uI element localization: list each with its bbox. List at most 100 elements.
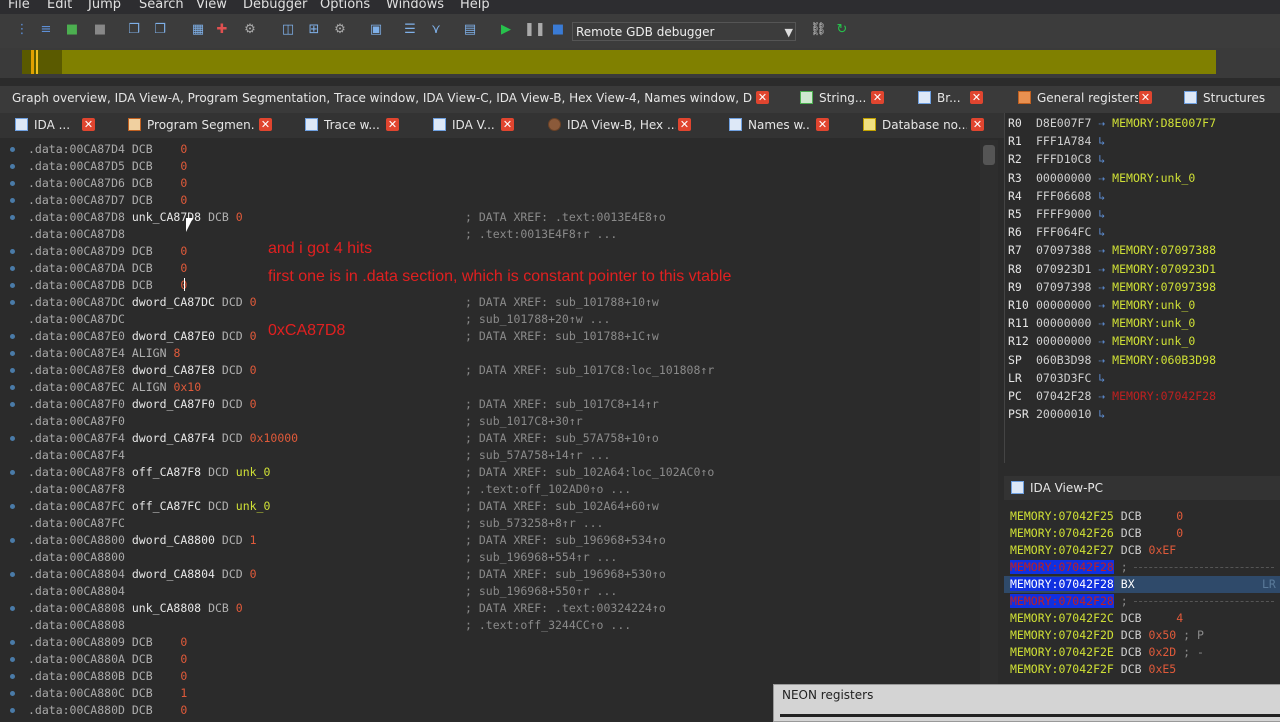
arrow-icon[interactable]: ⇢ <box>1091 280 1112 294</box>
pc-line[interactable]: MEMORY:07042F2E DCB 0x2D ; - <box>1010 644 1204 661</box>
listing-scrollbar-thumb[interactable] <box>983 145 995 165</box>
menu-item-jump[interactable]: Jump <box>88 0 121 12</box>
close-icon[interactable]: ✕ <box>386 118 399 131</box>
arrow-icon[interactable]: ⇢ <box>1091 389 1112 403</box>
listing-line[interactable]: .data:00CA87EC ALIGN 0x10 <box>28 379 201 396</box>
menu-item-view[interactable]: View <box>196 0 227 12</box>
register-row[interactable]: PSR 20000010 ↳ <box>1008 405 1105 423</box>
register-row[interactable]: R7 07097388 ⇢ MEMORY:07097388 <box>1008 241 1216 259</box>
attach-icon[interactable]: ⛓ <box>810 22 827 38</box>
listing-line[interactable]: .data:00CA87F8 <box>28 481 125 498</box>
pc-line[interactable]: MEMORY:07042F2C DCB 4 <box>1010 610 1183 627</box>
segments-icon[interactable]: ▦ <box>190 22 206 38</box>
refs-icon[interactable]: ⊞ <box>306 22 322 38</box>
tab-ida-view-b[interactable]: IDA View-B, Hex ... <box>548 113 676 137</box>
register-row[interactable]: R6 FFF064FC ↳ <box>1008 223 1105 241</box>
close-icon[interactable]: ✕ <box>756 91 769 104</box>
listing-line[interactable]: .data:00CA87FC <box>28 515 125 532</box>
copy-icon[interactable]: ❐ <box>126 22 142 38</box>
register-row[interactable]: R11 00000000 ⇢ MEMORY:unk_0 <box>1008 314 1195 332</box>
close-icon[interactable]: ✕ <box>1139 91 1152 104</box>
register-row[interactable]: LR 0703D3FC ↳ <box>1008 369 1105 387</box>
new-icon[interactable]: ■ <box>64 22 80 38</box>
pause-icon[interactable]: ❚❚ <box>524 22 546 38</box>
listing-line[interactable]: .data:00CA87FC off_CA87FC DCD unk_0 <box>28 498 270 515</box>
arrow-icon[interactable]: ⇢ <box>1091 334 1112 348</box>
tab-general-registers[interactable]: General registers <box>1018 86 1138 110</box>
listing-line[interactable]: .data:00CA880A DCB 0 <box>28 651 187 668</box>
listing-line[interactable]: .data:00CA880C DCB 1 <box>28 685 187 702</box>
arrow-icon[interactable]: ⇢ <box>1091 262 1112 276</box>
plugin-icon[interactable]: ⚙ <box>332 22 348 38</box>
arrow-icon[interactable]: ⇢ <box>1091 171 1112 185</box>
tab-program-segmentation[interactable]: Program Segmen... <box>128 113 254 137</box>
tab-strings[interactable]: String... <box>800 86 870 110</box>
close-icon[interactable]: ✕ <box>678 118 691 131</box>
register-row[interactable]: R9 07097398 ⇢ MEMORY:07097398 <box>1008 278 1216 296</box>
hex-icon[interactable]: ▤ <box>462 22 478 38</box>
paste-icon[interactable]: ❐ <box>152 22 168 38</box>
arrow-icon[interactable]: ↳ <box>1091 407 1105 421</box>
disassembly-listing[interactable]: .data:00CA87D4 DCB 0 .data:00CA87D5 DCB 0… <box>0 138 980 720</box>
tab-group-views[interactable]: Graph overview, IDA View-A, Program Segm… <box>12 86 752 110</box>
ida-view-pc-header[interactable]: IDA View-PC <box>1004 476 1280 500</box>
arrow-icon[interactable]: ⇢ <box>1091 353 1112 367</box>
listing-line[interactable]: .data:00CA87D7 DCB 0 <box>28 192 187 209</box>
listing-line[interactable]: .data:00CA87D8 <box>28 226 125 243</box>
stop-icon[interactable]: ■ <box>550 22 566 38</box>
close-icon[interactable]: ✕ <box>82 118 95 131</box>
register-row[interactable]: R12 00000000 ⇢ MEMORY:unk_0 <box>1008 332 1195 350</box>
close-icon[interactable]: ✕ <box>816 118 829 131</box>
listing-line[interactable]: .data:00CA87E4 ALIGN 8 <box>28 345 180 362</box>
listing-line[interactable]: .data:00CA87D6 DCB 0 <box>28 175 187 192</box>
pc-line[interactable]: MEMORY:07042F2D DCB 0x50 ; P <box>1010 627 1204 644</box>
listing-line[interactable]: .data:00CA87DC <box>28 311 125 328</box>
arrow-icon[interactable]: ↳ <box>1091 152 1105 166</box>
pc-line[interactable]: MEMORY:07042F2F DCB 0xE5 <box>1010 661 1176 678</box>
menu-item-edit[interactable]: Edit <box>47 0 72 12</box>
tab-ida-view-c[interactable]: IDA V... <box>433 113 499 137</box>
tools-icon[interactable]: ⚙ <box>242 22 258 38</box>
register-row[interactable]: R4 FFF06608 ↳ <box>1008 187 1105 205</box>
arrow-icon[interactable]: ⇢ <box>1091 316 1112 330</box>
listing-line[interactable]: .data:00CA87D4 DCB 0 <box>28 141 187 158</box>
listing-line[interactable]: .data:00CA880B DCB 0 <box>28 668 187 685</box>
listing-line[interactable]: .data:00CA8804 <box>28 583 125 600</box>
arrow-icon[interactable]: ↳ <box>1091 134 1105 148</box>
arrow-icon[interactable]: ⇢ <box>1091 298 1112 312</box>
listing-line[interactable]: .data:00CA87DB DCB 0 <box>28 277 187 294</box>
register-row[interactable]: R10 00000000 ⇢ MEMORY:unk_0 <box>1008 296 1195 314</box>
arrow-icon[interactable]: ↳ <box>1091 225 1105 239</box>
listing-scrollbar[interactable] <box>980 140 998 720</box>
pc-line[interactable]: MEMORY:07042F28 BX <box>1010 576 1135 593</box>
tab-structures[interactable]: Structures <box>1184 86 1280 110</box>
listing-line[interactable]: .data:00CA87DC dword_CA87DC DCD 0 <box>28 294 257 311</box>
pc-line[interactable]: MEMORY:07042F28 ; <box>1010 559 1128 576</box>
menu-item-windows[interactable]: Windows <box>386 0 444 12</box>
navigation-band[interactable] <box>62 50 1216 74</box>
list-icon[interactable]: ☰ <box>402 22 418 38</box>
listing-line[interactable]: .data:00CA87F8 off_CA87F8 DCD unk_0 <box>28 464 270 481</box>
add-icon[interactable]: ✚ <box>214 22 230 38</box>
close-icon[interactable]: ✕ <box>501 118 514 131</box>
listing-line[interactable]: .data:00CA87D8 unk_CA87D8 DCB 0 <box>28 209 243 226</box>
tab-ida-view[interactable]: IDA ... <box>15 113 81 137</box>
listing-line[interactable]: .data:00CA87D9 DCB 0 <box>28 243 187 260</box>
listing-line[interactable]: .data:00CA8800 dword_CA8800 DCD 1 <box>28 532 257 549</box>
tab-names-window[interactable]: Names w... <box>729 113 811 137</box>
listing-line[interactable]: .data:00CA8804 dword_CA8804 DCD 0 <box>28 566 257 583</box>
play-icon[interactable]: ▶ <box>498 22 514 38</box>
arrow-icon[interactable]: ↳ <box>1091 371 1105 385</box>
save-icon[interactable]: ■ <box>92 22 108 38</box>
register-row[interactable]: R0 D8E007F7 ⇢ MEMORY:D8E007F7 <box>1008 114 1216 132</box>
filter-icon[interactable]: ⋎ <box>428 22 444 38</box>
tab-trace-window[interactable]: Trace w... <box>305 113 385 137</box>
register-row[interactable]: R5 FFFF9000 ↳ <box>1008 205 1105 223</box>
listing-line[interactable]: .data:00CA8808 <box>28 617 125 634</box>
view-icon[interactable]: ▣ <box>368 22 384 38</box>
listing-line[interactable]: .data:00CA87E8 dword_CA87E8 DCD 0 <box>28 362 257 379</box>
register-row[interactable]: R8 070923D1 ⇢ MEMORY:070923D1 <box>1008 260 1216 278</box>
close-icon[interactable]: ✕ <box>970 91 983 104</box>
close-icon[interactable]: ✕ <box>971 118 984 131</box>
close-icon[interactable]: ✕ <box>871 91 884 104</box>
